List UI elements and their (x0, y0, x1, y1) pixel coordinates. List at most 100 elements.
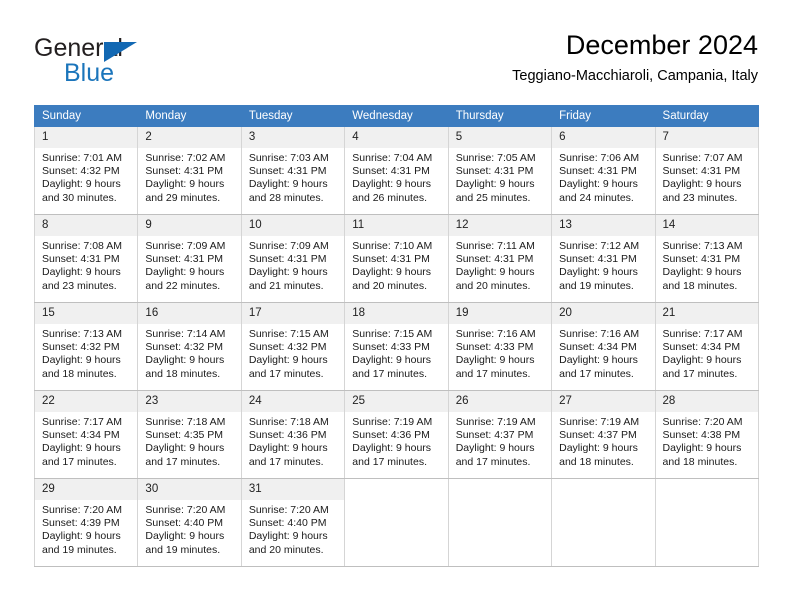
calendar-day-cell[interactable]: 21 Sunrise: 7:17 AM Sunset: 4:34 PM Dayligh… (654, 302, 759, 391)
day-details: Sunrise: 7:13 AM Sunset: 4:31 PM Daylight:… (656, 236, 758, 293)
calendar-day-cell[interactable]: 13 Sunrise: 7:12 AM Sunset: 4:31 PM Dayligh… (551, 214, 656, 303)
daylight-text-line1: Daylight: 9 hours (662, 442, 742, 455)
calendar-day-cell[interactable]: 29 Sunrise: 7:20 AM Sunset: 4:39 PM Dayligh… (33, 478, 139, 567)
day-details: Sunrise: 7:20 AM Sunset: 4:38 PM Daylight:… (656, 412, 758, 469)
day-details: Sunrise: 7:03 AM Sunset: 4:31 PM Daylight:… (242, 148, 344, 205)
day-details: Sunrise: 7:19 AM Sunset: 4:37 PM Daylight:… (552, 412, 654, 469)
day-number: 16 (138, 303, 241, 324)
title-block: December 2024 Teggiano-Macchiaroli, Camp… (512, 28, 758, 86)
daylight-text-line1: Daylight: 9 hours (662, 178, 742, 191)
sunrise-text: Sunrise: 7:01 AM (42, 152, 122, 164)
day-number: 23 (138, 391, 241, 412)
sunrise-text: Sunrise: 7:06 AM (559, 152, 640, 164)
weekday-header-thursday: Thursday (447, 105, 553, 127)
daylight-text-line1: Daylight: 9 hours (352, 266, 432, 279)
daylight-text-line1: Daylight: 9 hours (559, 178, 638, 191)
day-details: Sunrise: 7:19 AM Sunset: 4:36 PM Daylight:… (345, 412, 447, 469)
calendar-day-cell[interactable]: 7 Sunrise: 7:07 AM Sunset: 4:31 PM Daylight… (654, 126, 759, 215)
sunrise-text: Sunrise: 7:15 AM (248, 328, 329, 340)
sunset-text: Sunset: 4:31 PM (42, 253, 120, 266)
calendar-day-cell[interactable]: 8 Sunrise: 7:08 AM Sunset: 4:31 PM Daylight… (33, 214, 139, 303)
daylight-text-line1: Daylight: 9 hours (455, 354, 535, 367)
calendar-day-cell[interactable]: 15 Sunrise: 7:13 AM Sunset: 4:32 PM Dayligh… (33, 302, 139, 391)
sunset-text: Sunset: 4:31 PM (248, 165, 327, 178)
daylight-text-line1: Daylight: 9 hours (352, 442, 432, 455)
sunset-text: Sunset: 4:31 PM (662, 253, 741, 266)
sunrise-text: Sunrise: 7:20 AM (145, 504, 226, 516)
calendar-day-cell[interactable]: 18 Sunrise: 7:15 AM Sunset: 4:33 PM Dayligh… (344, 302, 449, 391)
calendar-day-cell[interactable]: 25 Sunrise: 7:19 AM Sunset: 4:36 PM Dayligh… (344, 390, 449, 479)
calendar-day-cell[interactable]: 6 Sunrise: 7:06 AM Sunset: 4:31 PM Daylight… (551, 126, 656, 215)
calendar-day-cell[interactable]: 2 Sunrise: 7:02 AM Sunset: 4:31 PM Daylight… (137, 126, 242, 215)
sunset-text: Sunset: 4:33 PM (352, 341, 430, 354)
calendar-day-cell[interactable]: 26 Sunrise: 7:19 AM Sunset: 4:37 PM Dayligh… (447, 390, 553, 479)
sunrise-text: Sunrise: 7:19 AM (559, 416, 640, 428)
sunrise-text: Sunrise: 7:17 AM (42, 416, 122, 428)
calendar-day-cell[interactable]: 3 Sunrise: 7:03 AM Sunset: 4:31 PM Daylight… (240, 126, 346, 215)
calendar-page: General Blue December 2024 Teggiano-Macc… (0, 0, 792, 612)
sunrise-text: Sunrise: 7:09 AM (248, 240, 329, 252)
calendar-day-cell[interactable]: 30 Sunrise: 7:20 AM Sunset: 4:40 PM Dayligh… (137, 478, 242, 567)
general-blue-logo[interactable]: General Blue (34, 34, 264, 90)
calendar-day-cell[interactable]: 22 Sunrise: 7:17 AM Sunset: 4:34 PM Dayligh… (33, 390, 139, 479)
calendar-week-row: 22 Sunrise: 7:17 AM Sunset: 4:34 PM Dayligh… (33, 390, 759, 479)
sunrise-text: Sunrise: 7:10 AM (352, 240, 433, 252)
calendar-day-cell[interactable]: 19 Sunrise: 7:16 AM Sunset: 4:33 PM Dayligh… (447, 302, 553, 391)
calendar-day-cell[interactable]: 20 Sunrise: 7:16 AM Sunset: 4:34 PM Dayligh… (551, 302, 656, 391)
calendar-day-cell[interactable]: 27 Sunrise: 7:19 AM Sunset: 4:37 PM Dayligh… (551, 390, 656, 479)
sunset-text: Sunset: 4:38 PM (662, 429, 741, 442)
calendar-day-cell[interactable]: 5 Sunrise: 7:05 AM Sunset: 4:31 PM Daylight… (447, 126, 553, 215)
sunrise-text: Sunrise: 7:20 AM (662, 416, 743, 428)
calendar-day-cell[interactable]: 10 Sunrise: 7:09 AM Sunset: 4:31 PM Dayligh… (240, 214, 346, 303)
daylight-text-line2: and 17 minutes. (559, 367, 634, 380)
sunrise-text: Sunrise: 7:18 AM (145, 416, 226, 428)
page-title: December 2024 (565, 30, 758, 60)
calendar-day-cell[interactable]: 4 Sunrise: 7:04 AM Sunset: 4:31 PM Daylight… (344, 126, 449, 215)
sunset-text: Sunset: 4:31 PM (248, 253, 327, 266)
daylight-text-line2: and 17 minutes. (248, 367, 324, 380)
calendar-day-cell[interactable]: 11 Sunrise: 7:10 AM Sunset: 4:31 PM Dayligh… (344, 214, 449, 303)
sunrise-text: Sunrise: 7:09 AM (145, 240, 226, 252)
calendar-day-cell[interactable]: 12 Sunrise: 7:11 AM Sunset: 4:31 PM Dayligh… (447, 214, 553, 303)
calendar-day-cell[interactable]: 24 Sunrise: 7:18 AM Sunset: 4:36 PM Dayligh… (240, 390, 346, 479)
sunrise-text: Sunrise: 7:04 AM (352, 152, 433, 164)
calendar-grid: Sunday Monday Tuesday Wednesday Thursday… (33, 105, 759, 567)
daylight-text-line2: and 18 minutes. (559, 455, 634, 468)
weekday-header-saturday: Saturday (654, 105, 759, 127)
daylight-text-line2: and 18 minutes. (662, 455, 738, 468)
calendar-day-cell[interactable]: 31 Sunrise: 7:20 AM Sunset: 4:40 PM Dayligh… (240, 478, 346, 567)
sunset-text: Sunset: 4:32 PM (42, 165, 120, 178)
day-number: 24 (241, 391, 345, 412)
sunset-text: Sunset: 4:32 PM (42, 341, 120, 354)
daylight-text-line2: and 17 minutes. (455, 455, 531, 468)
calendar-empty-cell (551, 478, 656, 567)
calendar-day-cell[interactable]: 1 Sunrise: 7:01 AM Sunset: 4:32 PM Daylight… (33, 126, 139, 215)
day-number (552, 479, 655, 500)
calendar-day-cell[interactable]: 23 Sunrise: 7:18 AM Sunset: 4:35 PM Dayligh… (137, 390, 242, 479)
day-details: Sunrise: 7:15 AM Sunset: 4:33 PM Daylight:… (345, 324, 447, 381)
day-number: 22 (35, 391, 138, 412)
weekday-header-wednesday: Wednesday (344, 105, 449, 127)
daylight-text-line1: Daylight: 9 hours (352, 178, 432, 191)
sunset-text: Sunset: 4:31 PM (559, 253, 637, 266)
day-number: 8 (35, 215, 138, 236)
day-number: 12 (448, 215, 552, 236)
daylight-text-line2: and 17 minutes. (248, 455, 324, 468)
sunset-text: Sunset: 4:39 PM (42, 517, 120, 530)
daylight-text-line2: and 28 minutes. (248, 191, 324, 204)
day-number: 28 (655, 391, 758, 412)
daylight-text-line2: and 20 minutes. (248, 543, 324, 556)
day-details: Sunrise: 7:12 AM Sunset: 4:31 PM Daylight:… (552, 236, 654, 293)
day-details: Sunrise: 7:14 AM Sunset: 4:32 PM Daylight:… (138, 324, 240, 381)
sunset-text: Sunset: 4:31 PM (455, 253, 534, 266)
sunrise-text: Sunrise: 7:16 AM (455, 328, 536, 340)
calendar-day-cell[interactable]: 14 Sunrise: 7:13 AM Sunset: 4:31 PM Dayligh… (654, 214, 759, 303)
calendar-day-cell[interactable]: 16 Sunrise: 7:14 AM Sunset: 4:32 PM Dayligh… (137, 302, 242, 391)
calendar-day-cell[interactable]: 28 Sunrise: 7:20 AM Sunset: 4:38 PM Dayligh… (654, 390, 759, 479)
calendar-day-cell[interactable]: 9 Sunrise: 7:09 AM Sunset: 4:31 PM Daylight… (137, 214, 242, 303)
day-number: 9 (138, 215, 241, 236)
calendar-day-cell[interactable]: 17 Sunrise: 7:15 AM Sunset: 4:32 PM Dayligh… (240, 302, 346, 391)
daylight-text-line2: and 20 minutes. (455, 279, 531, 292)
sunset-text: Sunset: 4:31 PM (559, 165, 637, 178)
day-details: Sunrise: 7:17 AM Sunset: 4:34 PM Daylight:… (656, 324, 758, 381)
